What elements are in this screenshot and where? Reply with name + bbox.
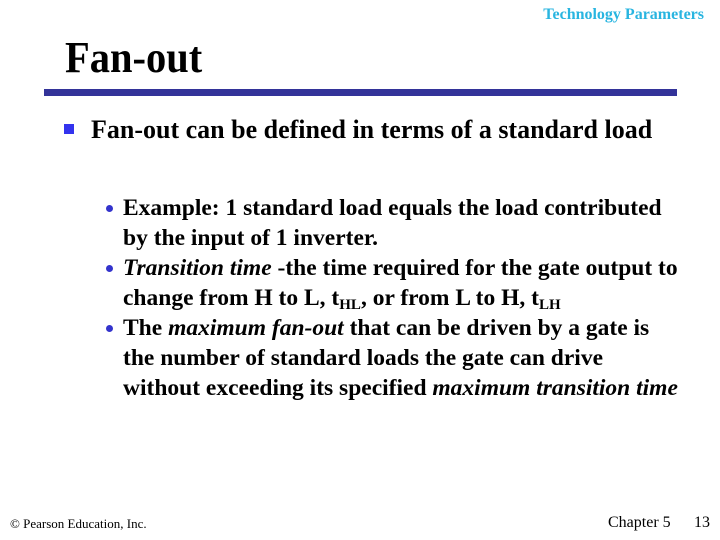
title-divider [44,89,677,96]
dot-bullet-icon [106,265,113,272]
main-bullet-text: Fan-out can be defined in terms of a sta… [91,115,653,144]
sub-bullet-text: , or from L to H, t [360,285,539,311]
page-number: 13 [694,514,710,531]
term-transition-time: Transition time [123,255,272,281]
subscript-hl: HL [339,297,361,313]
sub-bullet-text: The [123,315,169,341]
dot-bullet-icon [106,325,113,332]
subscript-lh: LH [538,297,561,313]
sub-bullet-maximum-fan-out: The maximum fan-out that can be driven b… [100,313,680,403]
slide-title: Fan-out [65,33,203,82]
sub-bullet-list: Example: 1 standard load equals the load… [100,193,680,403]
main-bullet: Fan-out can be defined in terms of a sta… [60,114,660,146]
footer-chapter: Chapter 5 [608,514,671,531]
sub-bullet-example: Example: 1 standard load equals the load… [100,193,680,253]
sub-bullet-text: Example: 1 standard load equals the load… [123,195,662,251]
footer-copyright: © Pearson Education, Inc. [10,516,147,531]
dot-bullet-icon [106,205,113,212]
sub-bullet-transition-time: Transition time -the time required for t… [100,253,680,313]
term-maximum-transition-time: maximum transition time [432,375,678,401]
section-label: Technology Parameters [543,6,704,23]
term-maximum-fan-out: maximum fan-out [168,315,344,341]
square-bullet-icon [64,124,74,134]
